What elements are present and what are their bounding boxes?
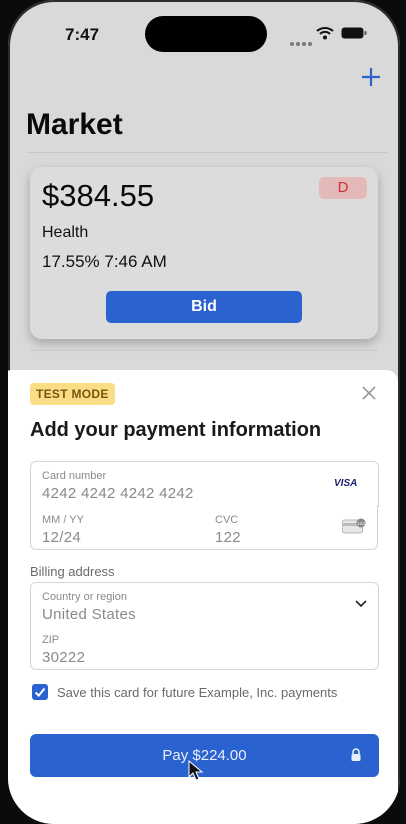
- category-label: Health: [42, 224, 89, 241]
- page-title: Market: [26, 108, 123, 141]
- save-card-label: Save this card for future Example, Inc. …: [57, 685, 338, 700]
- zip-field[interactable]: ZIP 30222: [30, 626, 379, 670]
- dynamic-island: [145, 16, 267, 52]
- signal-icon: [290, 33, 318, 46]
- mouse-cursor-icon: [188, 760, 204, 781]
- visa-icon: VISA: [334, 478, 358, 489]
- wifi-icon: [316, 27, 334, 40]
- cvc-card-icon: 123: [342, 518, 366, 534]
- d-badge: D: [319, 177, 367, 199]
- market-card: $384.55 D Health 17.55% 7:46 AM Bid: [30, 167, 378, 339]
- country-value: United States: [42, 606, 136, 623]
- phone-screen: 7:47 Market $384.55 D Health 17.55% 7:46…: [8, 0, 400, 824]
- close-icon[interactable]: [362, 386, 376, 400]
- card-number-value: 4242 4242 4242 4242: [42, 485, 194, 502]
- expiry-field[interactable]: MM / YY 12/24: [30, 505, 206, 550]
- stats-label: 17.55% 7:46 AM: [42, 252, 167, 271]
- cvc-value: 122: [215, 529, 241, 546]
- battery-icon: [341, 27, 367, 39]
- divider: [30, 350, 378, 351]
- card-number-field[interactable]: Card number 4242 4242 4242 4242: [30, 461, 379, 507]
- cvc-label: CVC: [215, 514, 239, 526]
- divider: [26, 152, 388, 153]
- pay-button-label: Pay $224.00: [162, 747, 247, 764]
- save-card-checkbox[interactable]: [32, 684, 48, 700]
- pay-button[interactable]: Pay $224.00: [30, 734, 379, 777]
- test-mode-badge: TEST MODE: [30, 383, 115, 405]
- zip-value: 30222: [42, 649, 86, 666]
- card-number-label: Card number: [42, 470, 107, 482]
- billing-label: Billing address: [30, 564, 115, 579]
- country-select[interactable]: Country or region United States: [30, 582, 379, 628]
- check-icon: [34, 687, 46, 697]
- sheet-heading: Add your payment information: [30, 419, 322, 441]
- chevron-down-icon: [355, 600, 367, 608]
- bid-button[interactable]: Bid: [106, 291, 302, 323]
- country-label: Country or region: [42, 591, 127, 603]
- payment-sheet: TEST MODE Add your payment information C…: [8, 370, 398, 824]
- expiry-value: 12/24: [42, 529, 82, 546]
- plus-icon[interactable]: [360, 66, 382, 88]
- svg-text:123: 123: [357, 521, 365, 526]
- zip-label: ZIP: [42, 634, 60, 646]
- price-label: $384.55: [42, 178, 155, 213]
- lock-icon: [351, 748, 361, 761]
- expiry-label: MM / YY: [42, 514, 84, 526]
- status-time: 7:47: [65, 25, 100, 44]
